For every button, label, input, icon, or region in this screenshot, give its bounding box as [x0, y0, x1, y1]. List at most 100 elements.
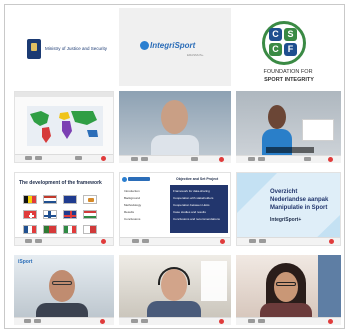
ministry-logo-cell: Ministry of Justice and Security — [14, 8, 114, 86]
flag-cyprus-icon — [83, 195, 97, 204]
screenshare-world-map[interactable] — [14, 91, 114, 163]
camera-icon[interactable] — [258, 319, 265, 323]
share-icon[interactable] — [191, 157, 198, 161]
integrisport-name: IntegriSport — [150, 41, 196, 50]
mic-icon[interactable] — [248, 319, 255, 323]
meeting-toolbar — [119, 317, 231, 325]
slide-overview[interactable]: Overzicht Nederlandse aanpak Manipulatie… — [236, 172, 341, 246]
cscf-caption-line1: FOUNDATION FOR — [263, 69, 313, 75]
ministry-name: Ministry of Justice and Security — [45, 46, 108, 51]
flag-belgium-icon — [23, 195, 37, 204]
flag-netherlands-icon — [43, 195, 57, 204]
mic-icon[interactable] — [25, 239, 32, 243]
meeting-toolbar — [119, 155, 231, 163]
leave-call-icon[interactable] — [101, 156, 106, 161]
contents-right-item: Framework for data-sharing — [173, 189, 210, 193]
flag-italy-icon — [63, 225, 77, 234]
mic-icon[interactable] — [131, 157, 138, 161]
camera-icon[interactable] — [258, 157, 265, 161]
slide-contents[interactable]: Objective and Set Project Introduction B… — [119, 172, 231, 246]
contents-left-item: Results — [124, 210, 135, 214]
contents-left-item: Methodology — [124, 203, 142, 207]
leave-call-icon[interactable] — [220, 239, 225, 244]
side-panel — [201, 261, 227, 301]
camera-icon[interactable] — [141, 319, 148, 323]
leave-call-icon[interactable] — [101, 239, 106, 244]
contents-left-item: Introduction — [124, 189, 140, 193]
contents-panel: Framework for data-sharing Cooperation w… — [170, 185, 228, 233]
cscf-caption-line2: SPORT INTEGRITY — [264, 77, 314, 83]
contents-left-item: Background — [124, 196, 141, 200]
meeting-toolbar — [15, 154, 113, 162]
cscf-letter-s: S — [284, 28, 297, 41]
leave-call-icon[interactable] — [100, 319, 105, 324]
integrisport-small-logo — [122, 175, 152, 185]
overview-title-line3: Manipulatie in Sport — [270, 205, 328, 211]
overview-title-line1: Overzicht — [270, 189, 298, 195]
meeting-toolbar — [236, 155, 341, 163]
window-titlebar — [15, 92, 113, 97]
sport-label: iSport — [18, 259, 33, 265]
cscf-letter-c1: C — [269, 28, 282, 41]
background-banner — [318, 255, 341, 325]
meeting-toolbar — [120, 237, 230, 245]
flag-malta-icon — [83, 225, 97, 234]
world-map-graphic — [27, 106, 103, 146]
share-icon[interactable] — [75, 156, 82, 160]
participant-face — [268, 105, 286, 129]
leave-call-icon[interactable] — [329, 239, 334, 244]
camera-icon[interactable] — [142, 239, 149, 243]
contents-right-item: Cooperation between LEAs — [173, 203, 210, 207]
mic-icon[interactable] — [25, 156, 32, 160]
flag-finland-icon — [43, 210, 57, 219]
meeting-toolbar — [237, 237, 340, 245]
contents-right-item: Cooperation with stakeholders — [173, 196, 214, 200]
mic-icon[interactable] — [248, 157, 255, 161]
slide-flags[interactable]: The development of the framework — [14, 172, 114, 246]
meeting-toolbar — [236, 317, 341, 325]
participant-face — [49, 270, 75, 302]
video-participant-5[interactable] — [236, 255, 341, 325]
leave-call-icon[interactable] — [328, 319, 333, 324]
mic-icon[interactable] — [249, 239, 256, 243]
integrisport-globe-icon — [140, 41, 149, 50]
leave-call-icon[interactable] — [328, 157, 333, 162]
integrisport-subtext: ERASMUS+ — [187, 53, 204, 57]
contents-left-item: Conclusions — [124, 217, 141, 221]
camera-icon[interactable] — [35, 156, 42, 160]
overview-title-line2: Nederlandse aanpak — [270, 197, 329, 203]
video-participant-3[interactable]: iSport — [14, 255, 114, 325]
glasses-icon — [276, 282, 296, 286]
mic-icon[interactable] — [24, 319, 31, 323]
overview-logo: IntegriSport+ — [270, 217, 302, 223]
leave-call-icon[interactable] — [219, 157, 224, 162]
leave-call-icon[interactable] — [219, 319, 224, 324]
cscf-letter-c2: C — [269, 43, 282, 56]
contents-header: Objective and Set Project — [176, 177, 219, 181]
video-participant-2[interactable] — [236, 91, 341, 163]
glasses-icon — [52, 281, 72, 285]
flag-switzerland-icon — [23, 210, 37, 219]
video-participant-4[interactable] — [119, 255, 231, 325]
camera-icon[interactable] — [141, 157, 148, 161]
cscf-logo-cell: C S C F FOUNDATION FOR SPORT INTEGRITY — [236, 8, 341, 86]
meeting-toolbar — [15, 237, 113, 245]
meeting-toolbar — [14, 317, 114, 325]
flag-portugal-icon — [43, 225, 57, 234]
camera-icon[interactable] — [259, 239, 266, 243]
video-participant-1[interactable] — [119, 91, 231, 163]
flag-eu-icon — [63, 195, 77, 204]
ministry-emblem-icon — [27, 39, 41, 59]
mic-icon[interactable] — [132, 239, 139, 243]
flag-uk-icon — [63, 210, 77, 219]
flag-france-icon — [23, 225, 37, 234]
share-icon[interactable] — [304, 157, 311, 161]
camera-icon[interactable] — [35, 239, 42, 243]
mic-icon[interactable] — [131, 319, 138, 323]
participant-face — [274, 272, 298, 302]
camera-icon[interactable] — [34, 319, 41, 323]
subtitle-bar — [266, 147, 314, 153]
contents-left-list: Introduction Background Methodology Resu… — [124, 189, 168, 221]
slide-title: The development of the framework — [19, 180, 102, 186]
chat-panel — [302, 119, 334, 141]
